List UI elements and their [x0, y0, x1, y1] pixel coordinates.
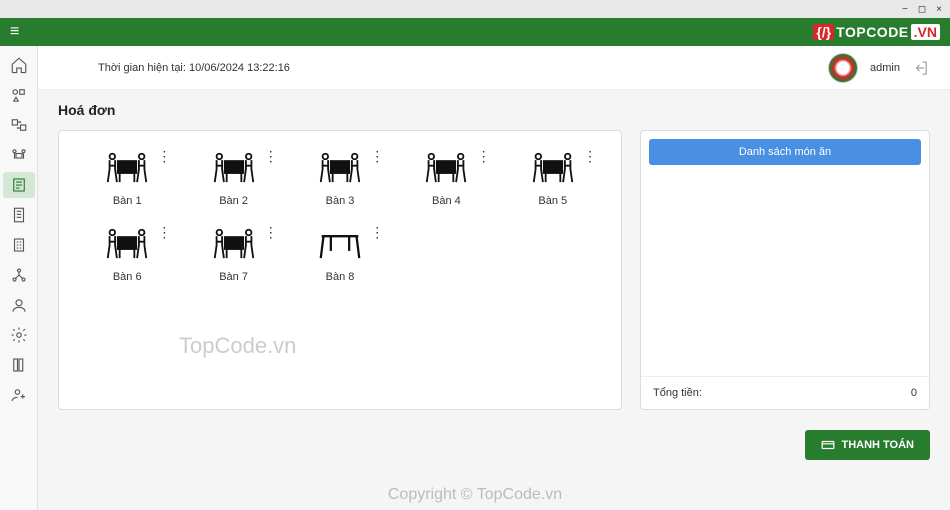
window-minimize[interactable]: −	[902, 4, 908, 15]
tables-panel: ⋮ Bàn 1 ⋮ Bàn 2 ⋮ Bàn 3 ⋮ Bàn 4 ⋮ Bàn 5 …	[58, 130, 622, 410]
table-icon	[105, 151, 149, 187]
order-body	[641, 173, 929, 376]
pay-button[interactable]: THANH TOÁN	[805, 430, 930, 460]
avatar[interactable]	[828, 53, 858, 83]
table-cell[interactable]: ⋮ Bàn 7	[185, 227, 281, 283]
sidebar-shapes[interactable]	[3, 82, 35, 108]
sidebar	[0, 46, 38, 510]
table-cell[interactable]: ⋮ Bàn 2	[185, 151, 281, 207]
table-cell[interactable]: ⋮ Bàn 8	[292, 227, 388, 283]
table-label: Bàn 1	[113, 195, 142, 207]
brand-logo: {/} TOPCODE .VN	[813, 24, 940, 40]
table-more-icon[interactable]: ⋮	[157, 151, 171, 161]
table-cell[interactable]: ⋮ Bàn 4	[398, 151, 494, 207]
table-more-icon[interactable]: ⋮	[370, 227, 384, 237]
total-label: Tổng tiền:	[653, 387, 702, 399]
table-icon	[212, 151, 256, 187]
table-cell[interactable]: ⋮ Bàn 3	[292, 151, 388, 207]
table-icon	[318, 151, 362, 187]
brand-name: TOPCODE	[836, 24, 908, 40]
header-row: Thời gian hiện tại: 10/06/2024 13:22:16 …	[38, 46, 950, 90]
brand-suffix: .VN	[911, 24, 940, 40]
table-label: Bàn 7	[219, 271, 248, 283]
sidebar-home[interactable]	[3, 52, 35, 78]
table-icon	[424, 151, 468, 187]
table-label: Bàn 6	[113, 271, 142, 283]
menu-list-button[interactable]: Danh sách món ăn	[649, 139, 921, 165]
sidebar-books[interactable]	[3, 352, 35, 378]
table-cell[interactable]: ⋮ Bàn 1	[79, 151, 175, 207]
page-title: Hoá đơn	[58, 102, 930, 118]
current-time: Thời gian hiện tại: 10/06/2024 13:22:16	[98, 62, 290, 74]
sidebar-building[interactable]	[3, 232, 35, 258]
sidebar-document[interactable]	[3, 202, 35, 228]
sidebar-user[interactable]	[3, 292, 35, 318]
logout-icon[interactable]	[912, 59, 930, 77]
table-more-icon[interactable]: ⋮	[583, 151, 597, 161]
sidebar-add-user[interactable]	[3, 382, 35, 408]
sidebar-settings[interactable]	[3, 322, 35, 348]
window-titlebar: − ◻ ×	[0, 0, 950, 18]
hamburger-icon[interactable]: ≡	[10, 23, 19, 41]
user-block: admin	[828, 53, 930, 83]
table-label: Bàn 4	[432, 195, 461, 207]
brand-bracket-icon: {/}	[813, 24, 834, 40]
table-icon	[531, 151, 575, 187]
table-cell[interactable]: ⋮ Bàn 5	[505, 151, 601, 207]
panel-watermark: TopCode.vn	[179, 333, 296, 359]
table-more-icon[interactable]: ⋮	[477, 151, 491, 161]
table-icon	[212, 227, 256, 263]
username-label: admin	[870, 62, 900, 74]
table-cell[interactable]: ⋮ Bàn 6	[79, 227, 175, 283]
window-close[interactable]: ×	[936, 4, 942, 15]
table-label: Bàn 2	[219, 195, 248, 207]
table-more-icon[interactable]: ⋮	[157, 227, 171, 237]
table-more-icon[interactable]: ⋮	[370, 151, 384, 161]
total-value: 0	[911, 387, 917, 399]
sidebar-invoice[interactable]	[3, 172, 35, 198]
table-icon	[105, 227, 149, 263]
window-maximize[interactable]: ◻	[918, 4, 926, 15]
table-more-icon[interactable]: ⋮	[264, 151, 278, 161]
table-more-icon[interactable]: ⋮	[264, 227, 278, 237]
sidebar-tables[interactable]	[3, 142, 35, 168]
table-label: Bàn 8	[326, 271, 355, 283]
table-icon	[318, 227, 362, 263]
table-label: Bàn 5	[538, 195, 567, 207]
order-panel: Danh sách món ăn Tổng tiền: 0	[640, 130, 930, 410]
card-icon	[821, 438, 835, 452]
top-bar: ≡ {/} TOPCODE .VN	[0, 18, 950, 46]
sidebar-transfer[interactable]	[3, 112, 35, 138]
table-label: Bàn 3	[326, 195, 355, 207]
total-row: Tổng tiền: 0	[641, 376, 929, 409]
sidebar-network[interactable]	[3, 262, 35, 288]
footer-watermark: Copyright © TopCode.vn	[388, 486, 562, 504]
